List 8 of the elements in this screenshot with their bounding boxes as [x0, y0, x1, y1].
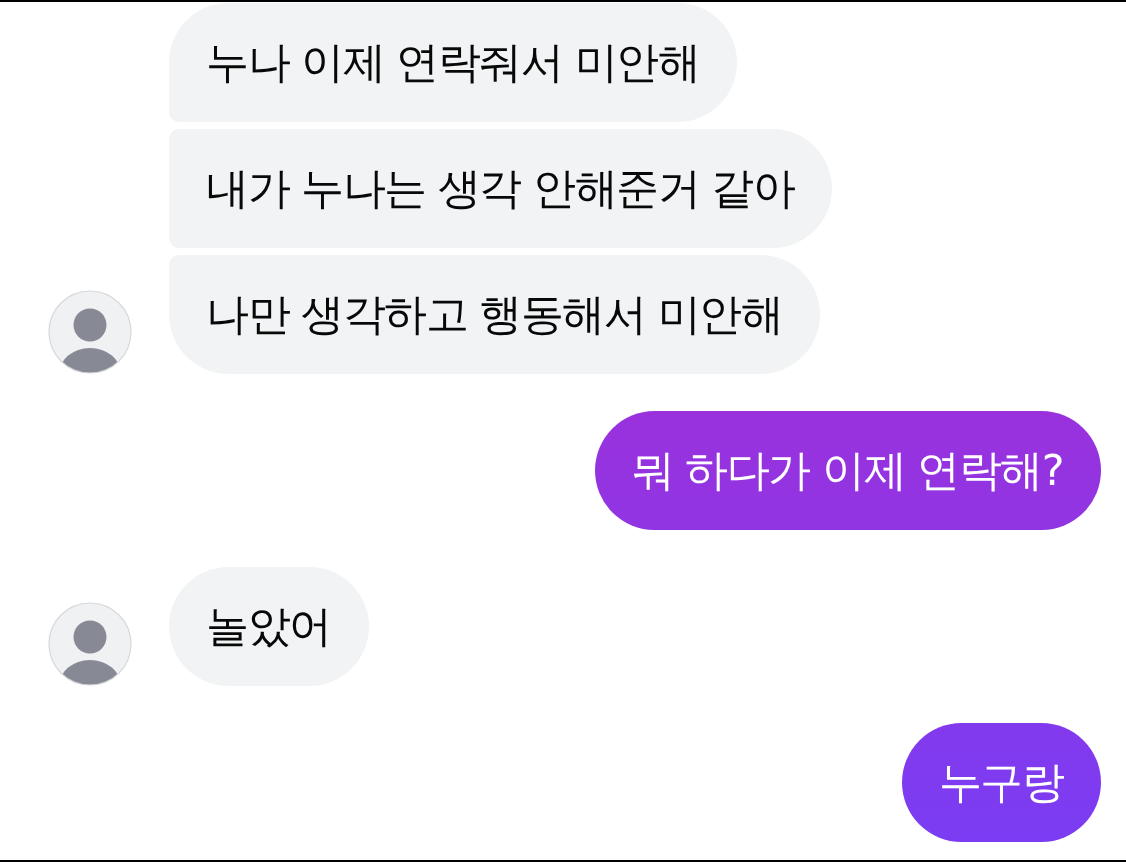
- message-bubble: 내가 누나는 생각 안해준거 같아: [169, 129, 833, 248]
- message-bubble: 놀았어: [169, 567, 369, 686]
- message-bubble: 나만 생각하고 행동해서 미안해: [169, 255, 820, 374]
- avatar-icon: [48, 602, 132, 686]
- message-bubble: 누나 이제 연락줘서 미안해: [169, 3, 737, 122]
- message-bubble: 뭐 하다가 이제 연락해?: [594, 411, 1101, 530]
- avatar-icon: [48, 290, 132, 374]
- message-bubble: 누구랑: [901, 723, 1101, 842]
